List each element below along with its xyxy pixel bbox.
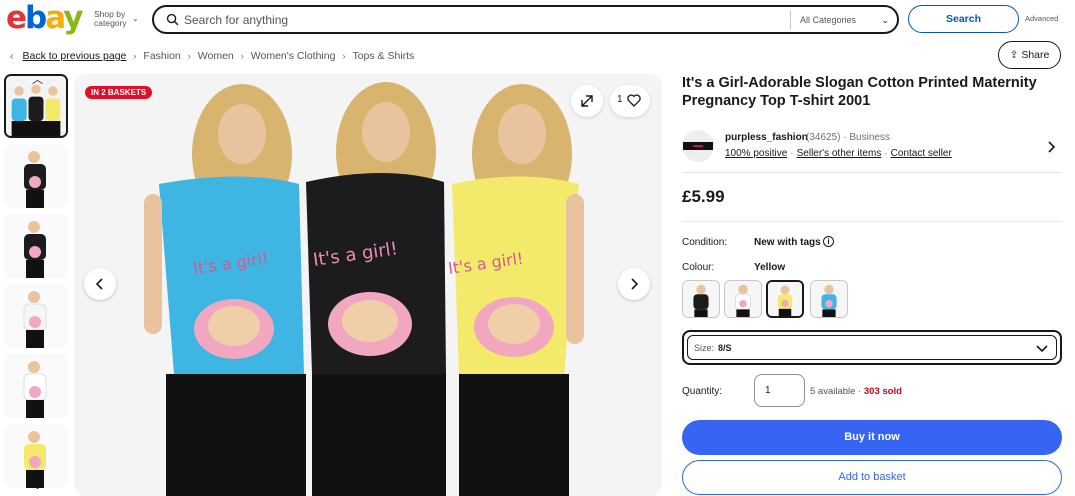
breadcrumb-item[interactable]: Tops & Shirts [352,50,414,62]
ebay-logo[interactable]: ebay [6,0,86,36]
breadcrumb-item[interactable]: Fashion [143,50,180,62]
thumbnail-image[interactable] [4,354,68,418]
seller-type: Business [849,132,890,143]
buy-it-now-button[interactable]: Buy it now [682,420,1062,455]
availability: 5 available · 303 sold [810,386,902,397]
thumbnail-image[interactable] [4,284,68,348]
chevron-down-icon: ⌄ [881,15,889,25]
back-to-previous-link[interactable]: Back to previous page [23,50,127,62]
size-label: Size: [694,343,715,353]
breadcrumb: ‹ Back to previous page › Fashion › Wome… [10,50,414,62]
search-bar: All Categories ⌄ [152,5,899,34]
previous-image-button[interactable] [84,268,116,300]
watch-count: 1 [617,94,623,105]
heart-icon [627,94,641,107]
in-baskets-badge: IN 2 BASKETS [85,86,153,99]
seller-feedback-count: (34625) [806,132,841,143]
condition-value: New with tags [754,237,821,248]
breadcrumb-item[interactable]: Women's Clothing [251,50,336,62]
chevron-left-icon [95,278,103,290]
search-input[interactable] [184,11,784,29]
thumbnail-image[interactable] [4,424,68,488]
chevron-down-icon [1036,345,1048,353]
main-product-image[interactable]: It's a girl! It's a girl! It's a girl! [74,74,662,496]
share-button[interactable]: ⇪ Share [998,41,1061,69]
chevron-right-icon: › [187,51,191,61]
chevron-right-icon: › [240,51,244,61]
chevron-left-icon: ‹ [10,50,14,62]
share-label: Share [1021,49,1050,61]
expand-icon [581,95,593,107]
condition-label: Condition: [682,237,728,248]
shop-by-category-button[interactable]: Shop by category ⌄ [94,9,139,28]
search-icon [166,13,179,26]
chevron-right-icon[interactable] [1045,140,1057,154]
seller-name[interactable]: purpless_fashion [725,132,808,143]
colour-swatch-black[interactable] [682,280,720,318]
colour-value: Yellow [754,262,786,273]
share-icon: ⇪ [1009,49,1019,61]
colour-swatch-yellow[interactable] [766,280,804,318]
chevron-right-icon: › [133,51,137,61]
chevron-right-icon: › [342,51,346,61]
contact-seller-link[interactable]: Contact seller [891,148,952,159]
product-title: It's a Girl-Adorable Slogan Cotton Print… [682,75,1037,109]
advanced-search-link[interactable]: Advanced [1025,14,1058,23]
quantity-label: Quantity: [682,386,723,397]
price: £5.99 [682,187,725,206]
thumbnail-image[interactable] [4,214,68,278]
colour-swatch-blue[interactable] [810,280,848,318]
seller-links: 100% positive · Seller's other items · Conta… [725,148,952,159]
thumbnail-image[interactable] [4,144,68,208]
product-photo: It's a girl! It's a girl! It's a girl! [74,74,662,496]
chevron-right-icon [631,278,639,290]
sold-count: 303 sold [863,386,902,397]
seller-positive-link[interactable]: 100% positive [725,148,787,159]
size-value: 8/S [718,343,732,353]
search-button[interactable]: Search [908,5,1019,33]
breadcrumb-item[interactable]: Women [198,50,234,62]
available-count: 5 available [810,386,856,397]
expand-image-button[interactable] [571,85,603,117]
seller-avatar[interactable] [682,130,714,162]
category-select-value: All Categories [800,15,857,25]
thumbnail-strip: ︿ ﹀ [4,74,70,496]
seller-meta: (34625) · Business [806,132,890,143]
chevron-down-icon[interactable]: ﹀ [32,482,43,496]
divider [682,221,1062,222]
add-to-basket-button[interactable]: Add to basket [682,460,1062,495]
category-select[interactable]: All Categories ⌄ [790,10,897,30]
quantity-input[interactable]: 1 [754,374,805,407]
seller-other-items-link[interactable]: Seller's other items [797,148,882,159]
shop-by-category-label: Shop by category [94,9,127,28]
colour-label: Colour: [682,262,715,273]
next-image-button[interactable] [618,268,650,300]
watch-button[interactable]: 1 [610,85,650,117]
chevron-down-icon: ⌄ [132,14,139,23]
colour-swatch-white[interactable] [724,280,762,318]
chevron-up-icon[interactable]: ︿ [32,74,43,87]
divider [682,172,1062,173]
info-icon[interactable]: i [823,236,834,247]
size-select[interactable]: Size: 8/S [682,330,1062,365]
